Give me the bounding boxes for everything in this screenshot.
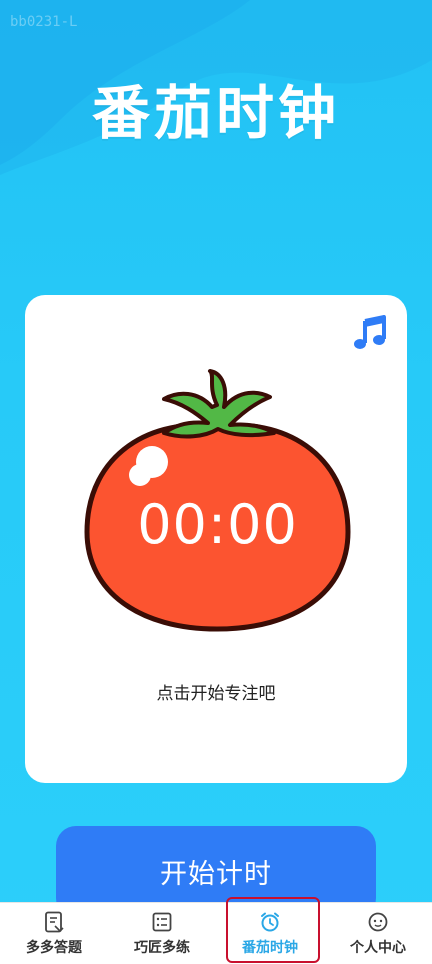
music-button[interactable] [350,313,390,353]
list-icon [152,912,172,932]
watermark-text: bb0231-L [10,14,78,30]
alarm-clock-icon [261,912,279,932]
tab-answer[interactable]: 多多答题 [0,903,108,964]
timer-display: 00:00 [137,493,298,556]
tab-label: 多多答题 [26,940,82,956]
hint-text: 点击开始专注吧 [156,684,276,704]
tab-practice[interactable]: 巧匠多练 [108,903,216,964]
tab-label: 巧匠多练 [134,940,190,956]
tab-pomodoro[interactable]: 番茄时钟 [216,903,324,964]
background-swoosh [0,0,432,175]
tab-label: 个人中心 [350,940,406,956]
face-icon [368,912,388,932]
tab-label: 番茄时钟 [242,940,298,956]
tab-profile[interactable]: 个人中心 [324,903,432,964]
music-note-icon [354,315,386,349]
bottom-tabbar: 多多答题 巧匠多练 番茄时钟 个人中心 [0,902,432,964]
document-icon [45,911,64,933]
timer-card: 00:00 点击开始专注吧 [25,295,407,783]
page-title: 番茄时钟 [91,79,340,147]
